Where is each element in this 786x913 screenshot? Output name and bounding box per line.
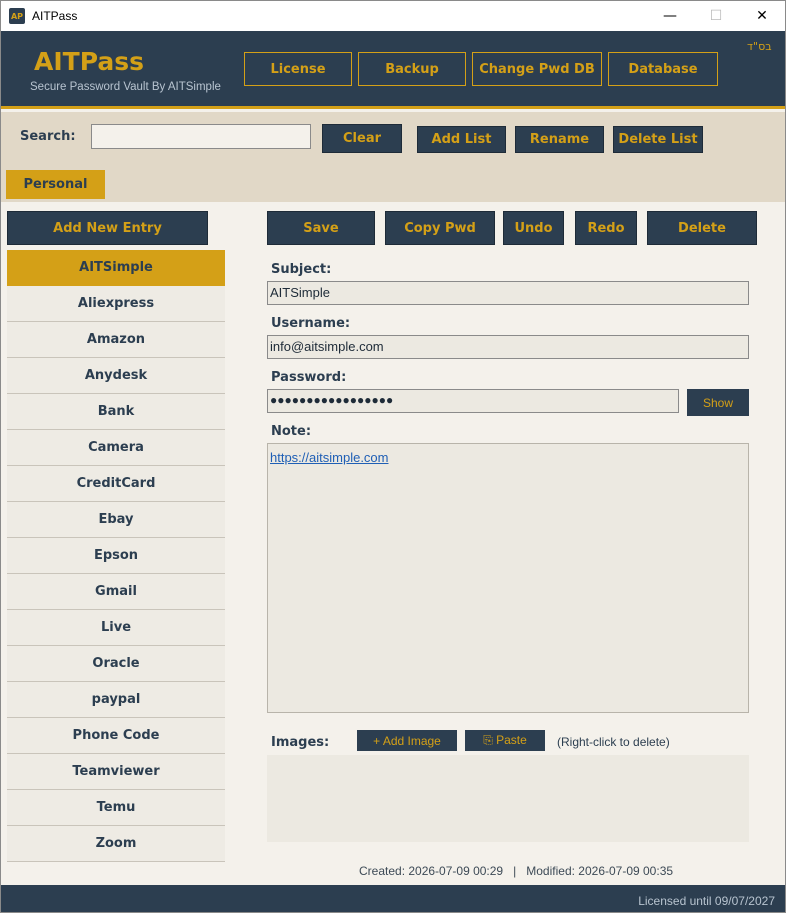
hebrew-mark: בס"ד — [747, 40, 772, 53]
rename-button[interactable]: Rename — [515, 126, 604, 153]
change-pwd-db-button[interactable]: Change Pwd DB — [472, 52, 602, 86]
list-item[interactable]: Epson — [7, 538, 225, 574]
add-image-button[interactable]: + Add Image — [357, 730, 457, 751]
brand-title: AITPass — [34, 47, 144, 76]
list-item[interactable]: Gmail — [7, 574, 225, 610]
images-area[interactable] — [267, 755, 749, 842]
subject-label: Subject: — [271, 262, 332, 277]
close-button[interactable]: ✕ — [739, 1, 785, 31]
list-item[interactable]: Aliexpress — [7, 286, 225, 322]
list-item[interactable]: Temu — [7, 790, 225, 826]
redo-button[interactable]: Redo — [575, 211, 637, 245]
delete-button[interactable]: Delete — [647, 211, 757, 245]
search-bar: Search: Clear Add List Rename Delete Lis… — [1, 112, 785, 202]
timestamp-separator: | — [513, 864, 517, 878]
created-timestamp: Created: 2026-07-09 00:29 — [359, 864, 504, 878]
search-label: Search: — [20, 129, 76, 144]
password-field[interactable]: ●●●●●●●●●●●●●●●●● — [267, 389, 679, 413]
note-label: Note: — [271, 424, 312, 439]
show-password-button[interactable]: Show — [687, 389, 749, 416]
window-title: AITPass — [32, 9, 78, 23]
status-bar: Licensed until 09/07/2027 — [1, 885, 785, 912]
minimize-button[interactable]: — — [647, 1, 693, 31]
app-header: AITPass Secure Password Vault By AITSimp… — [1, 31, 785, 109]
app-window: AP AITPass — ☐ ✕ AITPass Secure Password… — [0, 0, 786, 913]
timestamps: Created: 2026-07-09 00:29 | Modified: 20… — [359, 864, 673, 878]
maximize-button[interactable]: ☐ — [693, 1, 739, 31]
subject-field[interactable]: AITSimple — [267, 281, 749, 305]
list-item[interactable]: Anydesk — [7, 358, 225, 394]
note-textarea[interactable]: https://aitsimple.com — [267, 443, 749, 713]
title-bar: AP AITPass — ☐ ✕ — [1, 1, 785, 31]
list-item[interactable]: Zoom — [7, 826, 225, 862]
backup-button[interactable]: Backup — [358, 52, 466, 86]
images-hint: (Right-click to delete) — [557, 735, 670, 749]
images-label: Images: — [271, 735, 330, 750]
add-new-entry-button[interactable]: Add New Entry — [7, 211, 208, 245]
close-icon: ✕ — [756, 8, 768, 24]
list-item[interactable]: Teamviewer — [7, 754, 225, 790]
username-label: Username: — [271, 316, 351, 331]
password-label: Password: — [271, 370, 347, 385]
entry-list: AITSimple Aliexpress Amazon Anydesk Bank Came… — [7, 250, 225, 862]
minimize-icon: — — [663, 8, 677, 24]
undo-button[interactable]: Undo — [503, 211, 564, 245]
license-status: Licensed until 09/07/2027 — [638, 894, 775, 908]
list-item[interactable]: Bank — [7, 394, 225, 430]
list-item[interactable]: Ebay — [7, 502, 225, 538]
note-link[interactable]: https://aitsimple.com — [270, 450, 389, 465]
list-item[interactable]: Oracle — [7, 646, 225, 682]
delete-list-button[interactable]: Delete List — [613, 126, 703, 153]
list-item[interactable]: paypal — [7, 682, 225, 718]
list-item[interactable]: AITSimple — [7, 250, 225, 286]
paste-button[interactable]: ⎘ Paste — [465, 730, 545, 751]
maximize-icon: ☐ — [709, 8, 723, 24]
list-item[interactable]: Phone Code — [7, 718, 225, 754]
brand-tagline: Secure Password Vault By AITSimple — [30, 81, 221, 93]
database-button[interactable]: Database — [608, 52, 718, 86]
copy-pwd-button[interactable]: Copy Pwd — [385, 211, 495, 245]
tab-personal[interactable]: Personal — [6, 170, 105, 199]
username-field[interactable]: info@aitsimple.com — [267, 335, 749, 359]
list-item[interactable]: Camera — [7, 430, 225, 466]
list-item[interactable]: CreditCard — [7, 466, 225, 502]
modified-timestamp: Modified: 2026-07-09 00:35 — [526, 864, 674, 878]
list-item[interactable]: Amazon — [7, 322, 225, 358]
app-icon: AP — [9, 8, 25, 24]
clear-button[interactable]: Clear — [322, 124, 402, 153]
license-button[interactable]: License — [244, 52, 352, 86]
search-input[interactable] — [91, 124, 311, 149]
list-item[interactable]: Live — [7, 610, 225, 646]
add-list-button[interactable]: Add List — [417, 126, 506, 153]
save-button[interactable]: Save — [267, 211, 375, 245]
